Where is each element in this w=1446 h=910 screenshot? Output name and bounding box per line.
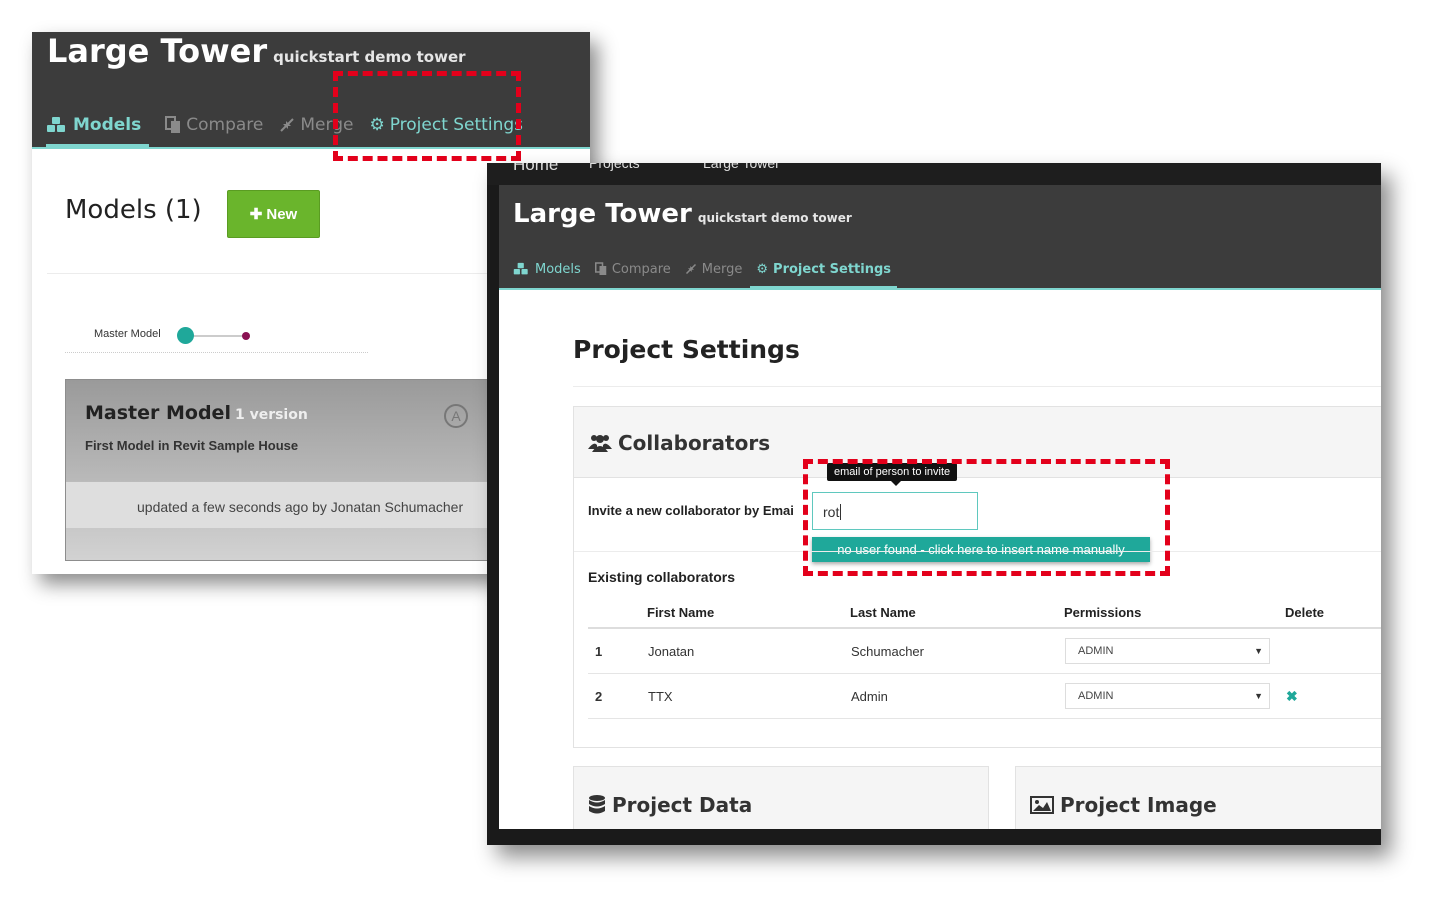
breadcrumb-projects[interactable]: Projects [589, 163, 640, 171]
tab-models[interactable]: Models [46, 106, 150, 147]
model-name: Master Model 1 version [85, 402, 308, 424]
tab-models[interactable]: Models [513, 252, 581, 286]
row-permission-cell: ADMIN ▼ [1064, 628, 1285, 674]
collaborators-title-text: Collaborators [618, 431, 771, 455]
cubes-icon [513, 262, 528, 275]
divider [47, 273, 517, 274]
new-button-label: New [266, 205, 298, 223]
caret-down-icon: ▼ [1254, 691, 1263, 701]
breadcrumb-current[interactable]: Large Tower [703, 163, 780, 171]
collaborators-panel: Collaborators Invite a new collaborator … [573, 406, 1381, 748]
highlight-project-settings-tab [333, 71, 521, 161]
database-icon [589, 795, 605, 814]
row-last-name: Schumacher [850, 628, 1064, 674]
project-data-title-text: Project Data [612, 793, 753, 817]
app-title-text: Large Tower [513, 199, 692, 229]
model-description: First Model in Revit Sample House [85, 438, 299, 453]
permission-value: ADMIN [1078, 645, 1114, 657]
tab-models-label: Models [535, 261, 581, 277]
breadcrumb-home[interactable]: Home [513, 163, 558, 175]
project-data-title: Project Data [588, 793, 752, 817]
col-permissions: Permissions [1064, 597, 1285, 629]
app-subtitle: quickstart demo tower [697, 211, 852, 225]
table-row: 2 TTX Admin ADMIN ▼ ✖ [588, 673, 1381, 719]
invite-label: Invite a new collaborator by Emai [588, 503, 794, 518]
table-row: 1 Jonatan Schumacher ADMIN ▼ [588, 628, 1381, 674]
copy-icon [165, 116, 181, 133]
divider [573, 386, 1381, 387]
collaborators-title: Collaborators [588, 431, 770, 455]
tab-compare[interactable]: Compare [165, 106, 263, 144]
tab-compare[interactable]: Compare [594, 252, 671, 286]
timeline-divider [65, 352, 368, 354]
row-delete-cell: ✖ [1285, 673, 1381, 719]
copy-icon [594, 262, 607, 275]
compress-icon [280, 118, 295, 132]
model-updated: updated a few seconds ago by Jonatan Sch… [137, 499, 464, 515]
project-data-panel: Project Data [573, 766, 989, 829]
compress-icon [685, 263, 696, 275]
caret-down-icon: ▼ [1254, 646, 1263, 656]
row-first-name: TTX [647, 673, 850, 719]
permission-value: ADMIN [1078, 690, 1114, 702]
tab-compare-label: Compare [186, 115, 264, 135]
delete-icon[interactable]: ✖ [1286, 688, 1298, 704]
col-last-name: Last Name [850, 597, 1064, 629]
main-nav: Models Compare Merge ⚙ Project Settings [513, 252, 911, 289]
permission-select[interactable]: ADMIN ▼ [1065, 683, 1270, 709]
plus-icon: ✚ [249, 206, 263, 223]
row-index: 1 [588, 628, 647, 674]
existing-collaborators-label: Existing collaborators [588, 569, 736, 585]
project-image-title: Project Image [1030, 793, 1217, 817]
app-title[interactable]: Large Tower quickstart demo tower [513, 199, 852, 229]
app-title-text: Large Tower [47, 32, 268, 70]
model-card[interactable]: Master Model 1 version A First Model in R… [65, 379, 537, 561]
row-last-name: Admin [850, 673, 1064, 719]
row-delete-cell [1285, 628, 1381, 674]
tab-project-settings-label: Project Settings [773, 261, 891, 277]
tab-models-label: Models [73, 115, 142, 135]
breadcrumb: Home Projects Large Tower [487, 163, 1381, 185]
model-name-text: Master Model [85, 402, 231, 424]
new-model-button[interactable]: ✚ New [227, 190, 320, 238]
project-image-title-text: Project Image [1060, 793, 1217, 817]
page-title: Models (1) [65, 195, 202, 225]
table-header-row: First Name Last Name Permissions Delete [588, 597, 1381, 629]
row-first-name: Jonatan [647, 628, 850, 674]
cubes-icon [47, 117, 65, 132]
timeline-node-version[interactable] [242, 332, 250, 340]
tab-merge-label: Merge [701, 261, 743, 277]
page-title: Project Settings [573, 335, 800, 364]
col-index [588, 597, 647, 629]
col-delete: Delete [1285, 597, 1381, 629]
tab-compare-label: Compare [611, 261, 671, 277]
autodesk-icon: A [444, 404, 468, 428]
gear-icon: ⚙ [756, 261, 769, 277]
model-version: 1 version [234, 407, 308, 423]
image-icon [1030, 796, 1054, 814]
highlight-invite-field [803, 459, 1170, 576]
permission-select[interactable]: ADMIN ▼ [1065, 638, 1270, 664]
row-index: 2 [588, 673, 647, 719]
project-image-panel: Project Image [1015, 766, 1381, 829]
app-subtitle: quickstart demo tower [273, 48, 466, 66]
col-first-name: First Name [647, 597, 850, 629]
row-permission-cell: ADMIN ▼ [1064, 673, 1285, 719]
tab-merge[interactable]: Merge [685, 252, 743, 286]
app-header: Large Tower quickstart demo tower Models … [499, 185, 1381, 290]
timeline-label: Master Model [94, 328, 161, 340]
timeline-node-master[interactable] [177, 327, 194, 344]
app-title[interactable]: Large Tower quickstart demo tower [47, 32, 466, 70]
users-icon [588, 435, 612, 452]
tab-project-settings[interactable]: ⚙ Project Settings [750, 252, 897, 289]
collaborators-table: First Name Last Name Permissions Delete … [588, 597, 1381, 719]
